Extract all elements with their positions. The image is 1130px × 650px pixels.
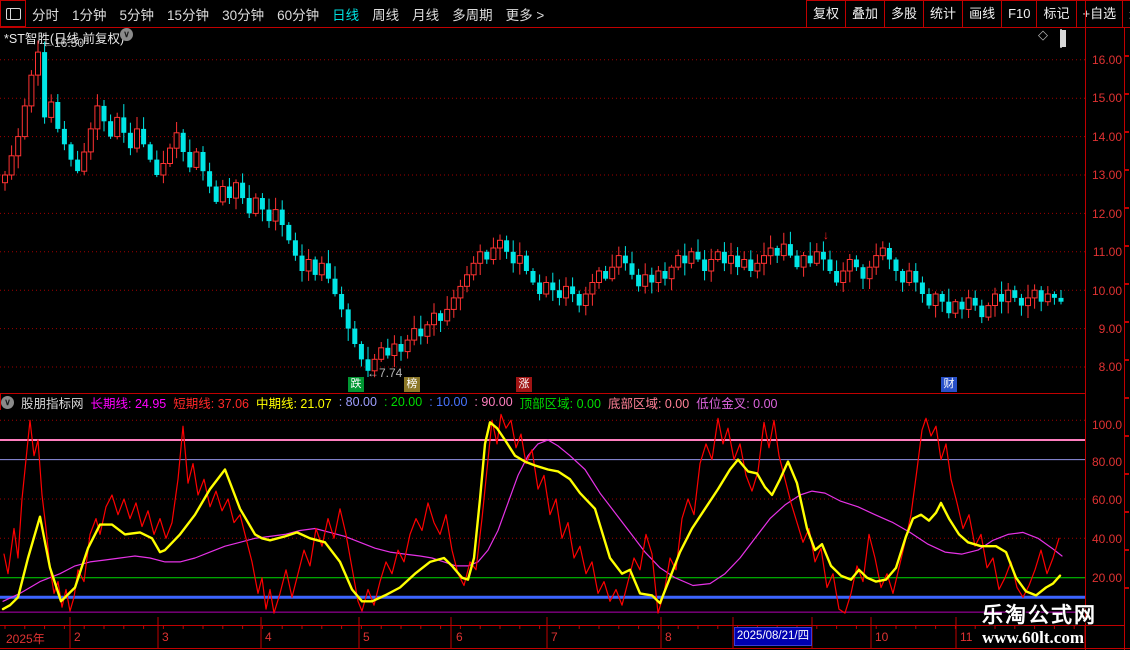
indicator-param-7: : 90.00 [474,395,512,409]
marker-badge-跌[interactable]: 跌 [348,377,364,392]
crosshair-date-box: 2025/08/21/四 [734,627,812,646]
price-axis-label-6: 11.00 [1086,245,1122,259]
menu-item-7[interactable]: 日线 [332,4,359,24]
axis-border-line [1085,0,1086,650]
menubar: 分时 1分钟 5分钟 15分钟 30分钟 60分钟日线周线月线多周期更多 > 复权叠加多股… [0,0,1130,28]
price-axis-label-2: 15.00 [1086,91,1122,105]
menu-item-11[interactable]: 更多 > [506,4,545,24]
indicator-param-4: : 80.00 [339,395,377,409]
indicator-param-3: 中期线: 21.07 [256,393,332,412]
price-axis-label-7: 10.00 [1086,284,1122,298]
price-axis-label-8: 9.00 [1086,322,1122,336]
price-axis-label-1: 16.00 [1086,53,1122,67]
indicator-param-8: 顶部区域: 0.00 [520,393,601,412]
menu-item-10[interactable]: 多周期 [452,4,493,24]
chart-annotation-2: ←7.74 [367,366,402,380]
indicator-param-6: : 10.00 [429,395,467,409]
toolbar-button-2[interactable]: 叠加 [845,1,884,27]
time-axis-label-9: 10 [875,630,888,644]
indicator-param-1: 长期线: 24.95 [91,393,167,412]
menu-item-8[interactable]: 周线 [372,4,399,24]
marker-badge-财[interactable]: 财 [941,377,957,392]
bottom-border-line [0,648,1130,649]
watermark-site-name: 乐淘公式网 [982,604,1097,628]
time-axis-label-4: 4 [265,630,272,644]
price-axis-label-5: 12.00 [1086,207,1122,221]
indicator-header: ∨ 股朋指标网 长期线: 24.95 短期线: 37.06 中期线: 21.07 : … [0,394,1086,410]
menu-item-2[interactable]: 1分钟 [72,4,107,24]
app-window: 分时 1分钟 5分钟 15分钟 30分钟 60分钟日线周线月线多周期更多 > 复权叠加多股… [0,0,1130,650]
time-axis-label-1: 2025年 [6,630,45,647]
indicator-axis-label-1: 100.0 [1086,418,1122,432]
indicator-axis-label-2: 80.00 [1086,455,1122,469]
toolbar-button-1[interactable]: 复权 [806,1,845,27]
price-axis-label-4: 13.00 [1086,168,1122,182]
candlestick-chart[interactable] [0,38,1085,394]
indicator-axis-label-3: 60.00 [1086,493,1122,507]
toolbar-button-3[interactable]: 多股 [884,1,923,27]
toolbar-button-8[interactable]: +自选 [1076,1,1123,27]
time-axis-label-5: 5 [363,630,370,644]
chart-annotation-3: ↓ [823,228,829,242]
time-axis-label-6: 6 [456,630,463,644]
marker-badge-涨[interactable]: 涨 [516,377,532,392]
toolbar-button-5[interactable]: 画线 [962,1,1001,27]
time-axis-label-7: 7 [551,630,558,644]
indicator-param-2: 短期线: 37.06 [173,393,249,412]
menu-item-4[interactable]: 15分钟 [167,4,209,24]
time-axis-label-10: 11 [960,630,972,644]
price-axis-label-9: 8.00 [1086,360,1122,374]
menu-item-6[interactable]: 60分钟 [277,4,319,24]
toolbar-button-6[interactable]: F10 [1001,1,1036,27]
toolbar-button-9[interactable]: 返回 [1122,1,1130,27]
time-axis-label-2: 2 [74,630,81,644]
menu-item-9[interactable]: 月线 [412,4,439,24]
menu-item-3[interactable]: 5分钟 [120,4,155,24]
time-axis-label-8: 8 [665,630,672,644]
right-strip-ticks [1125,55,1129,600]
split-window-icon [6,8,21,20]
marker-badge-榜[interactable]: 榜 [404,377,420,392]
indicator-axis-label-5: 20.00 [1086,571,1122,585]
indicator-param-9: 底部区域: 0.00 [608,393,689,412]
period-menu: 分时 1分钟 5分钟 15分钟 30分钟 60分钟日线周线月线多周期更多 > [32,0,544,27]
price-axis-label-3: 14.00 [1086,130,1122,144]
toolbar-button-7[interactable]: 标记 [1036,1,1075,27]
indicator-param-10: 低位金叉: 0.00 [696,393,777,412]
menu-item-5[interactable]: 30分钟 [222,4,264,24]
menu-item-1[interactable]: 分时 [32,4,59,24]
watermark: 乐淘公式网 www.60lt.com [982,604,1097,648]
indicator-chart[interactable] [0,410,1085,625]
indicator-chevron-down-icon[interactable]: ∨ [1,396,14,409]
window-layout-button[interactable] [0,0,26,27]
indicator-axis-label-4: 40.00 [1086,532,1122,546]
time-axis-label-3: 3 [162,630,169,644]
watermark-url: www.60lt.com [982,628,1097,648]
chart-annotation-1: ←16.50 [42,36,84,50]
indicator-param-5: : 20.00 [384,395,422,409]
toolbar-button-4[interactable]: 统计 [923,1,962,27]
indicator-name: 股朋指标网 [21,393,84,412]
toolbar: 复权叠加多股统计画线F10标记+自选返回 [806,0,1130,27]
